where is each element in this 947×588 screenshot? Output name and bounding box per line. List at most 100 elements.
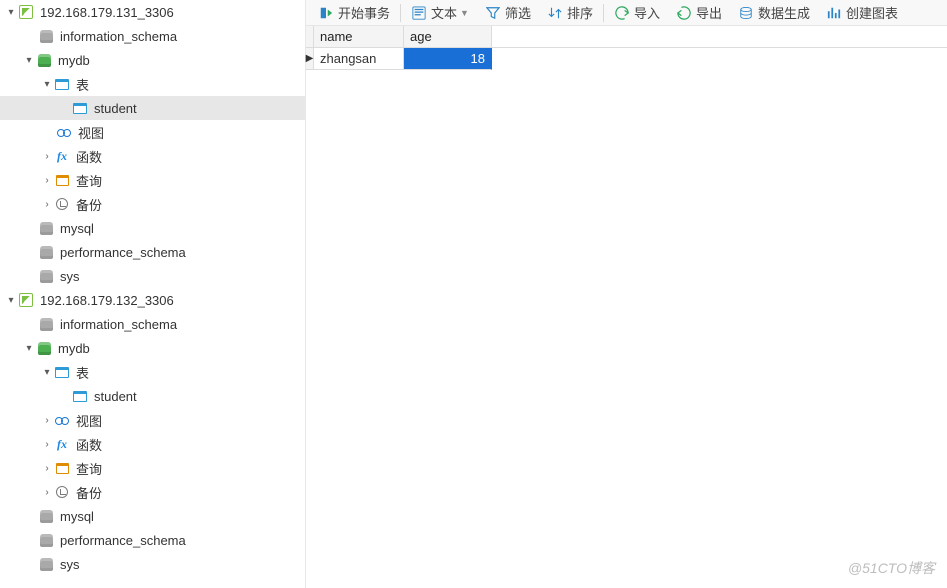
tree-item-database[interactable]: mysql <box>0 216 305 240</box>
chevron-right-icon[interactable]: › <box>40 415 54 426</box>
column-header-age[interactable]: age <box>404 26 492 47</box>
tree-item-database[interactable]: ▾ mydb <box>0 336 305 360</box>
database-label: mydb <box>56 53 90 68</box>
database-icon <box>36 340 52 356</box>
tree-item-database[interactable]: ▾ mydb <box>0 48 305 72</box>
chevron-down-icon[interactable]: ▾ <box>22 343 36 354</box>
tree-item-functions-folder[interactable]: › fx 函数 <box>0 144 305 168</box>
chevron-down-icon[interactable]: ▾ <box>4 295 18 306</box>
datagen-icon <box>738 5 754 21</box>
toolbar-label: 开始事务 <box>338 3 390 22</box>
database-label: mysql <box>58 221 94 236</box>
database-icon <box>38 532 54 548</box>
chevron-down-icon[interactable]: ▾ <box>4 7 18 18</box>
cell-value: 18 <box>471 51 485 66</box>
filter-button[interactable]: 筛选 <box>477 1 539 25</box>
toolbar-label: 排序 <box>567 3 593 22</box>
connection-label: 192.168.179.131_3306 <box>38 5 174 20</box>
dropdown-caret-icon: ▼ <box>460 8 469 18</box>
connection-tree[interactable]: ▾ 192.168.179.131_3306 information_schem… <box>0 0 306 588</box>
database-icon <box>38 556 54 572</box>
database-label: mydb <box>56 341 90 356</box>
chevron-right-icon[interactable]: › <box>40 175 54 186</box>
tree-item-table-student[interactable]: student <box>0 96 305 120</box>
folder-label: 备份 <box>74 483 102 502</box>
import-button[interactable]: 导入 <box>606 1 668 25</box>
toolbar-label: 导出 <box>696 3 722 22</box>
connection-label: 192.168.179.132_3306 <box>38 293 174 308</box>
folder-label: 表 <box>74 75 89 94</box>
tree-item-connection[interactable]: ▾ 192.168.179.132_3306 <box>0 288 305 312</box>
column-header-name[interactable]: name <box>314 26 404 47</box>
begin-transaction-button[interactable]: 开始事务 <box>310 1 398 25</box>
table-icon <box>54 364 70 380</box>
tree-item-backup-folder[interactable]: › 备份 <box>0 192 305 216</box>
begin-transaction-icon <box>318 5 334 21</box>
toolbar-label: 导入 <box>634 3 660 22</box>
database-icon <box>36 52 52 68</box>
database-label: information_schema <box>58 29 177 44</box>
text-icon <box>411 5 427 21</box>
database-label: performance_schema <box>58 533 186 548</box>
tree-item-queries-folder[interactable]: › 查询 <box>0 168 305 192</box>
folder-label: 表 <box>74 363 89 382</box>
tree-item-backup-folder[interactable]: › 备份 <box>0 480 305 504</box>
database-icon <box>38 28 54 44</box>
table-label: student <box>92 101 137 116</box>
tree-item-database[interactable]: performance_schema <box>0 528 305 552</box>
folder-label: 函数 <box>74 147 102 166</box>
text-mode-button[interactable]: 文本 ▼ <box>403 1 477 25</box>
chevron-down-icon[interactable]: ▾ <box>40 367 54 378</box>
data-toolbar: 开始事务 文本 ▼ 筛选 排序 <box>306 0 947 26</box>
tree-item-database[interactable]: performance_schema <box>0 240 305 264</box>
function-icon: fx <box>54 436 70 452</box>
database-icon <box>38 508 54 524</box>
tree-item-database[interactable]: information_schema <box>0 24 305 48</box>
chevron-right-icon[interactable]: › <box>40 439 54 450</box>
query-icon <box>54 172 70 188</box>
grid-header: name age <box>306 26 947 48</box>
tree-item-tables-folder[interactable]: ▾ 表 <box>0 360 305 384</box>
cell-age-selected[interactable]: 18 <box>404 48 492 70</box>
datagen-button[interactable]: 数据生成 <box>730 1 818 25</box>
tree-item-connection[interactable]: ▾ 192.168.179.131_3306 <box>0 0 305 24</box>
folder-label: 查询 <box>74 459 102 478</box>
function-icon: fx <box>54 148 70 164</box>
tree-item-functions-folder[interactable]: › fx 函数 <box>0 432 305 456</box>
tree-item-tables-folder[interactable]: ▾ 表 <box>0 72 305 96</box>
backup-icon <box>54 484 70 500</box>
cell-value: zhangsan <box>320 51 376 66</box>
chevron-right-icon[interactable]: › <box>40 199 54 210</box>
chevron-right-icon[interactable]: › <box>40 463 54 474</box>
view-icon <box>56 124 72 140</box>
database-icon <box>38 316 54 332</box>
toolbar-label: 数据生成 <box>758 3 810 22</box>
connection-icon <box>18 4 34 20</box>
tree-item-views-folder[interactable]: 视图 <box>0 120 305 144</box>
tree-item-database[interactable]: mysql <box>0 504 305 528</box>
sort-button[interactable]: 排序 <box>539 1 601 25</box>
table-label: student <box>92 389 137 404</box>
folder-label: 视图 <box>76 123 104 142</box>
tree-item-database[interactable]: information_schema <box>0 312 305 336</box>
chevron-right-icon[interactable]: › <box>40 151 54 162</box>
chevron-down-icon[interactable]: ▾ <box>40 79 54 90</box>
tree-item-queries-folder[interactable]: › 查询 <box>0 456 305 480</box>
folder-label: 备份 <box>74 195 102 214</box>
chevron-down-icon[interactable]: ▾ <box>22 55 36 66</box>
tree-item-views-folder[interactable]: › 视图 <box>0 408 305 432</box>
tree-item-table-student[interactable]: student <box>0 384 305 408</box>
cell-name[interactable]: zhangsan <box>314 48 404 70</box>
database-label: sys <box>58 557 80 572</box>
export-button[interactable]: 导出 <box>668 1 730 25</box>
row-indicator-header <box>306 26 314 47</box>
toolbar-label: 筛选 <box>505 3 531 22</box>
tree-item-database[interactable]: sys <box>0 264 305 288</box>
chevron-right-icon[interactable]: › <box>40 487 54 498</box>
create-chart-button[interactable]: 创建图表 <box>818 1 906 25</box>
table-row[interactable]: ▶ zhangsan 18 <box>306 48 947 70</box>
tree-item-database[interactable]: sys <box>0 552 305 576</box>
data-grid[interactable]: name age ▶ zhangsan 18 <box>306 26 947 588</box>
chart-icon <box>826 5 842 21</box>
current-row-indicator-icon: ▶ <box>306 48 314 70</box>
